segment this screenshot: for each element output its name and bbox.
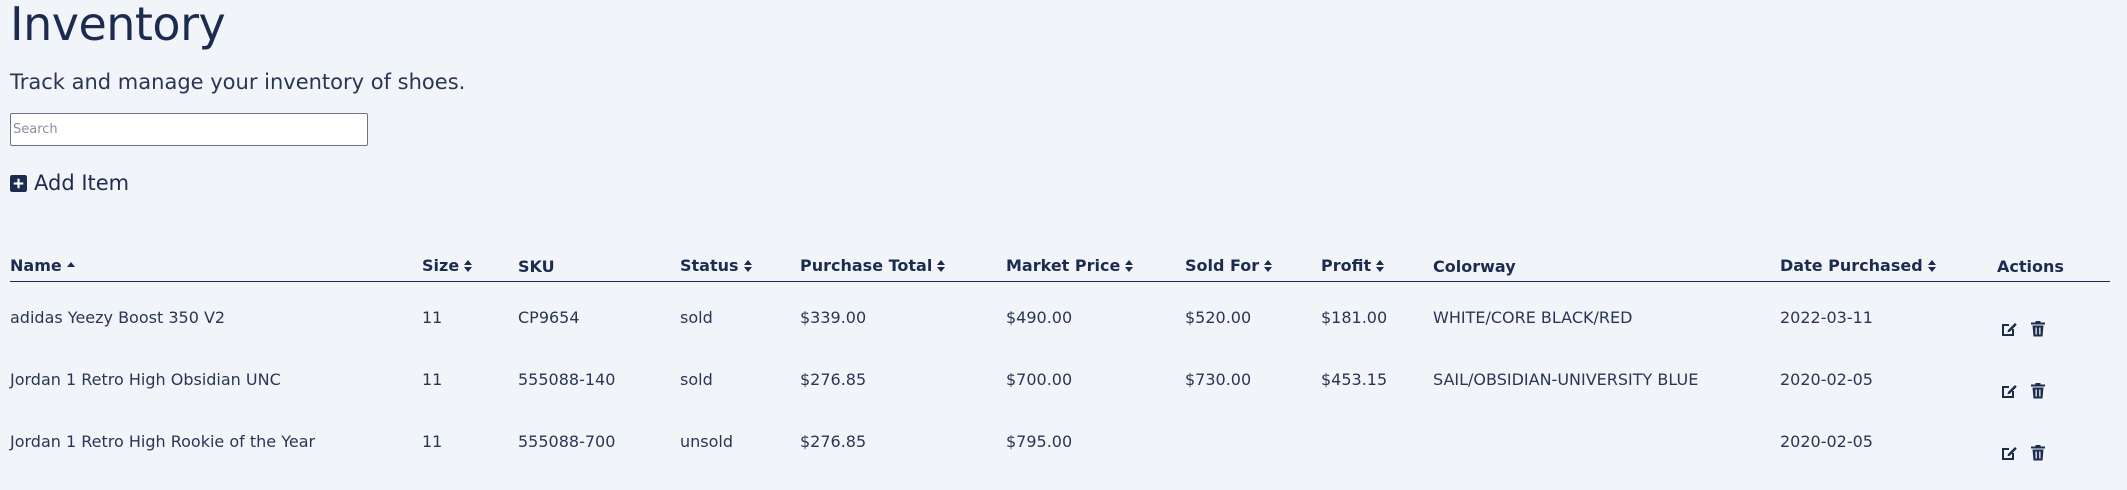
sort-icon [743, 260, 752, 272]
cell-sold-for: $730.00 [1185, 370, 1252, 389]
plus-square-icon [10, 174, 27, 192]
column-header-size[interactable]: Size [422, 256, 473, 276]
cell-sold-for: $520.00 [1185, 308, 1252, 327]
add-item-button[interactable]: Add Item [10, 170, 129, 196]
sort-icon [464, 260, 473, 272]
table-header-divider [10, 281, 2110, 282]
edit-icon[interactable] [2000, 320, 2018, 338]
column-header-label: SKU [518, 257, 555, 276]
trash-icon[interactable] [2029, 444, 2047, 462]
column-header-label: Colorway [1433, 257, 1516, 276]
sort-icon [1125, 260, 1134, 272]
cell-size: 11 [422, 370, 443, 389]
page-title: Inventory [10, 0, 226, 51]
cell-sku: 555088-140 [518, 370, 616, 389]
cell-status: sold [680, 370, 713, 389]
sort-icon [1927, 260, 1936, 272]
cell-purchase-total: $276.85 [800, 432, 867, 451]
search-input[interactable] [10, 113, 368, 146]
cell-status: sold [680, 308, 713, 327]
cell-colorway: SAIL/OBSIDIAN-UNIVERSITY BLUE [1433, 370, 1699, 389]
column-header-label: Status [680, 256, 739, 275]
cell-status: unsold [680, 432, 734, 451]
sort-icon [937, 260, 946, 272]
cell-purchase-total: $276.85 [800, 370, 867, 389]
column-header-label: Date Purchased [1780, 256, 1923, 275]
edit-icon[interactable] [2000, 444, 2018, 462]
column-header-date-purchased[interactable]: Date Purchased [1780, 256, 1937, 276]
column-header-label: Market Price [1006, 256, 1121, 275]
cell-date-purchased: 2020-02-05 [1780, 432, 1873, 451]
column-header-actions: Actions [1997, 257, 2064, 277]
cell-name: adidas Yeezy Boost 350 V2 [10, 308, 226, 327]
column-header-label: Purchase Total [800, 256, 933, 275]
cell-purchase-total: $339.00 [800, 308, 867, 327]
cell-name: Jordan 1 Retro High Obsidian UNC [10, 370, 281, 389]
sort-icon [1264, 260, 1273, 272]
trash-icon[interactable] [2029, 382, 2047, 400]
trash-icon[interactable] [2029, 320, 2047, 338]
cell-sku: CP9654 [518, 308, 580, 327]
column-header-label: Name [10, 256, 62, 275]
cell-market-price: $700.00 [1006, 370, 1073, 389]
cell-market-price: $795.00 [1006, 432, 1073, 451]
cell-size: 11 [422, 308, 443, 327]
column-header-label: Sold For [1185, 256, 1260, 275]
column-header-market-price[interactable]: Market Price [1006, 256, 1134, 276]
cell-name: Jordan 1 Retro High Rookie of the Year [10, 432, 316, 451]
cell-date-purchased: 2022-03-11 [1780, 308, 1873, 327]
column-header-label: Actions [1997, 257, 2064, 276]
page-subtitle: Track and manage your inventory of shoes… [10, 70, 466, 94]
cell-profit: $181.00 [1321, 308, 1388, 327]
sort-icon [1376, 260, 1385, 272]
column-header-status[interactable]: Status [680, 256, 753, 276]
column-header-sku: SKU [518, 257, 555, 277]
column-header-sold-for[interactable]: Sold For [1185, 256, 1273, 276]
column-header-purchase-total[interactable]: Purchase Total [800, 256, 946, 276]
cell-size: 11 [422, 432, 443, 451]
column-header-profit[interactable]: Profit [1321, 256, 1385, 276]
cell-market-price: $490.00 [1006, 308, 1073, 327]
cell-profit: $453.15 [1321, 370, 1388, 389]
cell-date-purchased: 2020-02-05 [1780, 370, 1873, 389]
sort-up-icon [66, 262, 75, 267]
column-header-label: Profit [1321, 256, 1372, 275]
add-item-label: Add Item [34, 171, 130, 195]
column-header-name[interactable]: Name [10, 256, 76, 276]
cell-sku: 555088-700 [518, 432, 616, 451]
column-header-colorway: Colorway [1433, 257, 1516, 277]
cell-colorway: WHITE/CORE BLACK/RED [1433, 308, 1633, 327]
edit-icon[interactable] [2000, 382, 2018, 400]
column-header-label: Size [422, 256, 460, 275]
